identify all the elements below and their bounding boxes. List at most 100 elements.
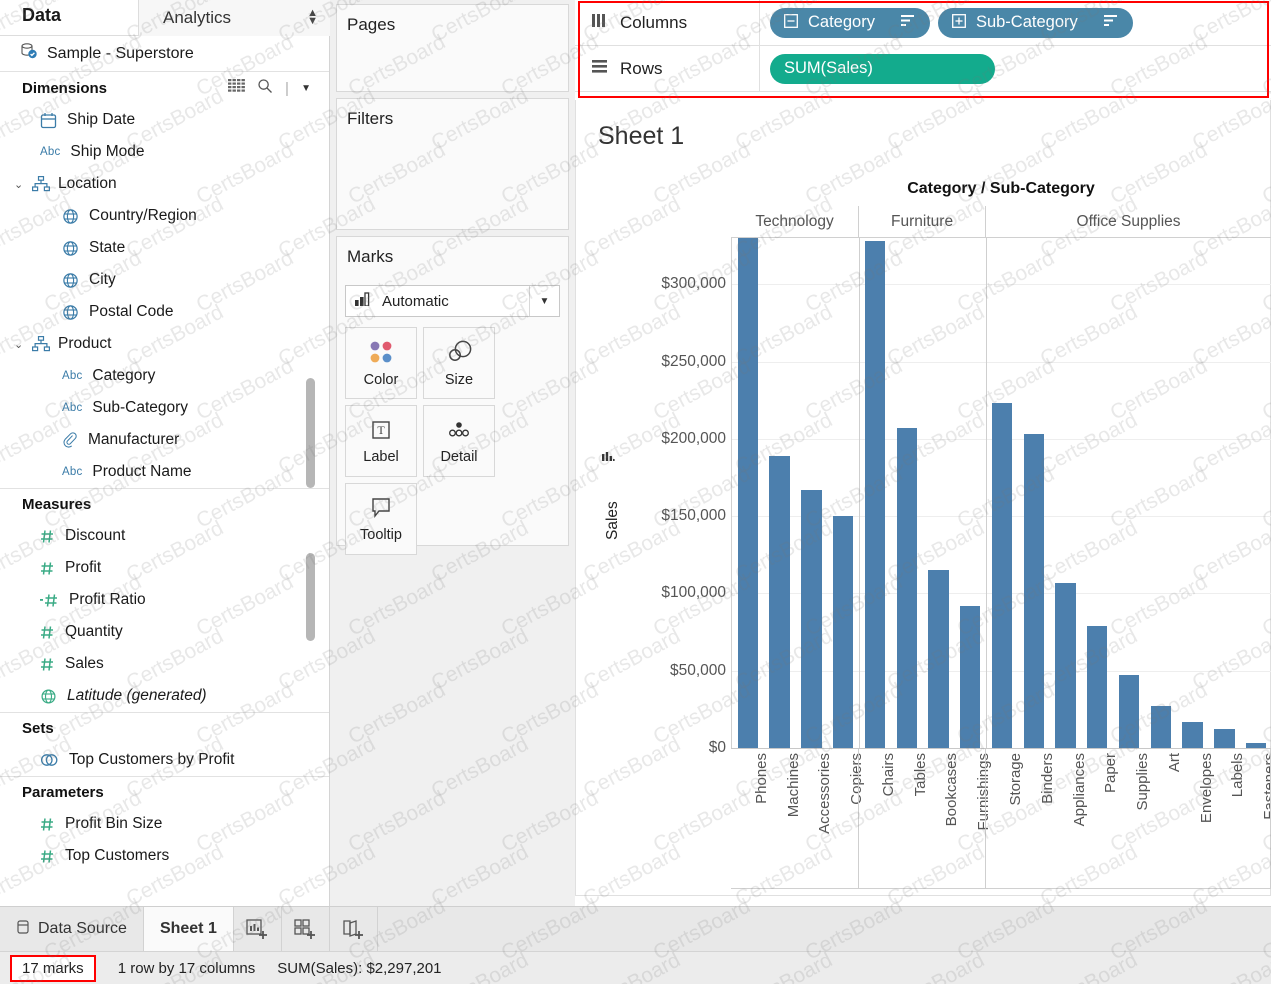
field-row[interactable]: ⌄Product (0, 328, 329, 360)
field-row[interactable]: Postal Code (0, 296, 329, 328)
bar-mark[interactable] (833, 516, 853, 748)
expand-plus-icon[interactable] (952, 14, 966, 31)
x-tick-label[interactable]: Supplies (1134, 753, 1151, 811)
rows-shelf[interactable]: Rows SUM(Sales) (575, 46, 1271, 92)
field-row[interactable]: Country/Region (0, 200, 329, 232)
x-tick-label[interactable]: Chairs (880, 753, 897, 796)
field-row[interactable]: ⌄Location (0, 168, 329, 200)
bar-mark[interactable] (960, 606, 980, 748)
marks-card: Marks Automatic ▼ ColorSizeTLabelDetailT… (336, 236, 569, 546)
category-header-cell[interactable]: Furniture (858, 206, 985, 237)
bar-mark[interactable] (897, 428, 917, 748)
new-story-icon[interactable] (330, 907, 378, 951)
bar-mark[interactable] (1151, 706, 1171, 748)
bar-mark[interactable] (992, 403, 1012, 748)
x-tick-label[interactable]: Art (1166, 753, 1183, 772)
new-worksheet-icon[interactable] (234, 907, 282, 951)
x-tick-label[interactable]: Bookcases (943, 753, 960, 826)
x-tick-label[interactable]: Phones (753, 753, 770, 804)
tab-sheet-1[interactable]: Sheet 1 (144, 907, 234, 951)
tab-sheet-1-label: Sheet 1 (160, 920, 217, 938)
x-tick-label[interactable]: Storage (1007, 753, 1024, 806)
measures-scrollbar[interactable] (306, 553, 315, 641)
x-tick-label[interactable]: Machines (785, 753, 802, 817)
y-tick-label: $300,000 (606, 275, 726, 293)
field-row[interactable]: Top Customers (0, 840, 329, 872)
bar-mark[interactable] (801, 490, 821, 748)
search-icon[interactable] (257, 78, 273, 98)
bar-mark[interactable] (928, 570, 948, 748)
database-icon (16, 919, 30, 940)
chevron-down-icon[interactable]: ⌄ (14, 338, 24, 351)
dimensions-scrollbar[interactable] (306, 378, 315, 488)
field-row[interactable]: Manufacturer (0, 424, 329, 456)
bar-mark[interactable] (1182, 722, 1202, 748)
mark-type-select[interactable]: Automatic ▼ (345, 285, 560, 317)
data-source-row[interactable]: Sample - Superstore (0, 36, 329, 72)
field-row[interactable]: AbcProduct Name (0, 456, 329, 488)
pages-card[interactable]: Pages (336, 4, 569, 92)
marks-button-size[interactable]: Size (423, 327, 495, 399)
new-dashboard-icon[interactable] (282, 907, 330, 951)
field-row[interactable]: Sales (0, 648, 329, 680)
x-tick-label[interactable]: Copiers (848, 753, 865, 805)
collapse-minus-icon[interactable] (784, 14, 798, 31)
marks-button-color[interactable]: Color (345, 327, 417, 399)
bar-mark[interactable] (1214, 729, 1234, 748)
marks-button-detail[interactable]: Detail (423, 405, 495, 477)
chevron-down-icon[interactable]: ⌄ (14, 178, 24, 191)
bar-mark[interactable] (865, 241, 885, 748)
field-row[interactable]: Quantity (0, 616, 329, 648)
x-tick-label[interactable]: Labels (1229, 753, 1246, 797)
field-row[interactable]: Ship Date (0, 104, 329, 136)
sort-descending-icon[interactable] (885, 13, 916, 32)
field-row[interactable]: Profit (0, 552, 329, 584)
columns-text: Columns (620, 13, 687, 33)
bar-mark[interactable] (1055, 583, 1075, 748)
field-row[interactable]: City (0, 264, 329, 296)
field-row[interactable]: Top Customers by Profit (0, 744, 329, 776)
x-tick-label[interactable]: Tables (912, 753, 929, 796)
bar-mark[interactable] (1087, 626, 1107, 748)
pill-sumsales[interactable]: SUM(Sales) (770, 54, 995, 84)
x-tick-label[interactable]: Envelopes (1198, 753, 1215, 823)
field-row[interactable]: AbcShip Mode (0, 136, 329, 168)
bar-mark[interactable] (738, 238, 758, 748)
marks-button-label[interactable]: TLabel (345, 405, 417, 477)
x-tick-label[interactable]: Furnishings (975, 753, 992, 831)
field-row[interactable]: Profit Ratio (0, 584, 329, 616)
x-tick-label[interactable]: Binders (1039, 753, 1056, 804)
chevron-down-icon[interactable]: ▼ (529, 286, 559, 316)
x-tick-label[interactable]: Paper (1102, 753, 1119, 793)
field-row[interactable]: AbcSub-Category (0, 392, 329, 424)
pill-sub-category[interactable]: Sub-Category (938, 8, 1133, 38)
updown-arrows-icon[interactable]: ▲▼ (307, 9, 318, 25)
category-header-cell[interactable]: Office Supplies (985, 206, 1271, 237)
field-label: Top Customers by Profit (69, 751, 234, 769)
bar-mark[interactable] (769, 456, 789, 748)
chevron-down-icon[interactable]: ▼ (301, 83, 311, 94)
grid-view-icon[interactable] (228, 79, 245, 97)
category-header-cell[interactable]: Technology (731, 206, 858, 237)
paperclip-icon (62, 432, 78, 449)
tab-data[interactable]: Data (22, 5, 61, 26)
marks-button-tooltip[interactable]: Tooltip (345, 483, 417, 555)
pill-category[interactable]: Category (770, 8, 930, 38)
tab-data-source-label: Data Source (38, 920, 127, 938)
field-row[interactable]: AbcCategory (0, 360, 329, 392)
filters-card[interactable]: Filters (336, 98, 569, 230)
tab-data-source[interactable]: Data Source (0, 907, 144, 951)
sort-descending-icon[interactable] (1088, 13, 1119, 32)
columns-shelf[interactable]: Columns Category Sub-Category (575, 0, 1271, 46)
field-row[interactable]: Profit Bin Size (0, 808, 329, 840)
x-tick-label[interactable]: Accessories (816, 753, 833, 834)
x-tick-label[interactable]: Appliances (1071, 753, 1088, 826)
field-label: Top Customers (65, 847, 169, 865)
tab-analytics[interactable]: Analytics ▲▼ (138, 0, 330, 36)
field-row[interactable]: Discount (0, 520, 329, 552)
bar-mark[interactable] (1119, 675, 1139, 748)
field-row[interactable]: Latitude (generated) (0, 680, 329, 712)
bar-mark[interactable] (1024, 434, 1044, 748)
field-label: Profit Bin Size (65, 815, 162, 833)
field-row[interactable]: State (0, 232, 329, 264)
